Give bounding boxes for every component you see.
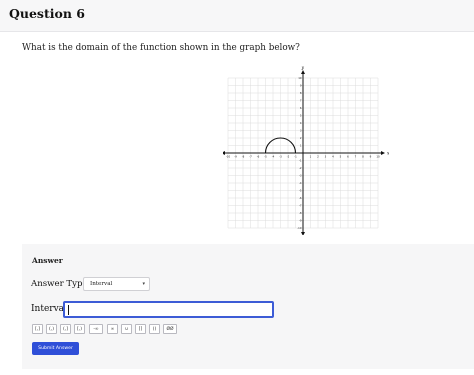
question-header: Question 6 — [0, 0, 474, 32]
x-tick-label: 4 — [332, 155, 334, 159]
x-tick-label: -6 — [257, 155, 260, 159]
x-tick-label: 10 — [376, 155, 380, 159]
symbol-button-left-open[interactable]: (,] — [60, 324, 71, 334]
text-caret — [68, 305, 69, 315]
symbol-button-infinity[interactable]: ∞ — [107, 324, 118, 334]
x-tick-label: -1 — [294, 155, 297, 159]
question-prompt: What is the domain of the function shown… — [22, 43, 300, 53]
x-tick-label: 6 — [347, 155, 349, 159]
y-tick-label: -4 — [299, 181, 302, 185]
x-tick-label: -4 — [272, 155, 275, 159]
symbol-button-union[interactable]: ∪ — [121, 324, 132, 334]
x-tick-label: -10 — [226, 155, 231, 159]
x-axis-arrow-right — [381, 151, 385, 155]
y-tick-label: 10 — [298, 76, 302, 80]
symbol-button-right-open[interactable]: [,) — [74, 324, 85, 334]
x-tick-label: 5 — [340, 155, 342, 159]
submit-answer-button[interactable]: Submit Answer — [32, 342, 79, 355]
answer-heading: Answer — [32, 256, 63, 265]
y-tick-label: -5 — [299, 189, 302, 193]
answer-type-select[interactable]: Interval ▾ — [83, 277, 150, 291]
answer-panel: Answer Answer Type: Interval ▾ Interval:… — [22, 244, 474, 369]
x-tick-label: 2 — [317, 155, 319, 159]
x-tick-label: -5 — [264, 155, 267, 159]
graph-svg: xy-10-9-8-7-6-5-4-3-2-112345678910109876… — [221, 66, 390, 236]
function-graph: xy-10-9-8-7-6-5-4-3-2-112345678910109876… — [221, 63, 390, 236]
symbol-button-empty-set[interactable]: ØØ — [163, 324, 177, 334]
chevron-down-icon: ▾ — [142, 281, 145, 287]
y-tick-label: -8 — [299, 211, 302, 215]
answer-type-value: Interval — [90, 281, 113, 287]
y-tick-label: -7 — [299, 204, 302, 208]
symbol-button-brackets[interactable]: [] — [135, 324, 146, 334]
x-tick-label: -7 — [249, 155, 252, 159]
x-tick-label: 1 — [310, 155, 312, 159]
y-tick-label: -1 — [299, 159, 302, 163]
x-tick-label: 9 — [370, 155, 372, 159]
x-tick-label: 8 — [362, 155, 364, 159]
x-axis-arrow-left — [221, 151, 225, 155]
x-tick-label: -9 — [234, 155, 237, 159]
symbol-button-open-interval[interactable]: (,) — [46, 324, 57, 334]
y-tick-label: -3 — [299, 174, 302, 178]
symbol-button-closed-interval[interactable]: [,] — [32, 324, 43, 334]
y-tick-label: -6 — [299, 196, 302, 200]
y-tick-label: -9 — [299, 219, 302, 223]
interval-input[interactable] — [63, 301, 274, 318]
x-tick-label: 7 — [355, 155, 357, 159]
x-tick-label: -2 — [287, 155, 290, 159]
question-title: Question 6 — [9, 6, 85, 21]
x-tick-label: 3 — [325, 155, 327, 159]
y-tick-label: -2 — [299, 166, 302, 170]
x-tick-label: -8 — [242, 155, 245, 159]
symbol-button-neg-infinity[interactable]: -∞ — [89, 324, 103, 334]
x-axis-label: x — [387, 152, 389, 157]
y-axis-label: y — [301, 66, 305, 71]
x-tick-label: -3 — [279, 155, 282, 159]
y-axis-arrow-down — [301, 232, 305, 236]
answer-type-label: Answer Type: — [31, 279, 91, 289]
y-tick-label: -10 — [297, 226, 302, 230]
symbol-button-parens[interactable]: () — [149, 324, 160, 334]
